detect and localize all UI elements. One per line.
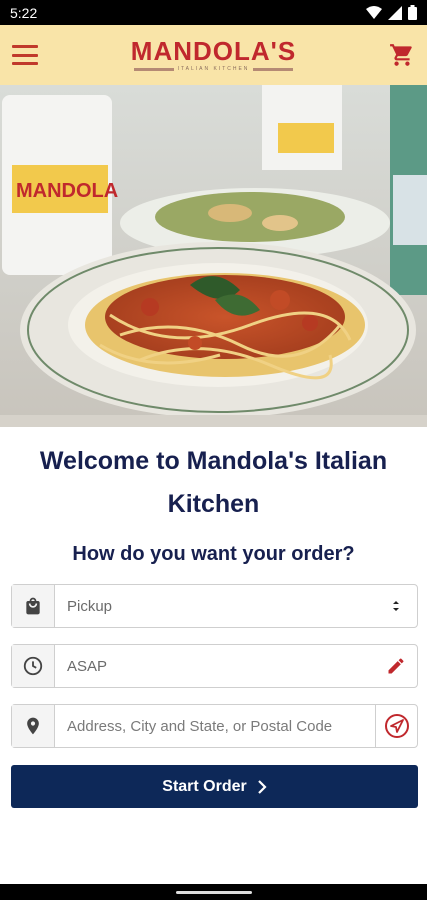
logo-text: MANDOLA'S [130, 36, 297, 66]
order-question: How do you want your order? [72, 543, 355, 565]
app-header: MANDOLA'S ITALIAN KITCHEN [0, 25, 427, 85]
select-arrows-icon [393, 601, 399, 611]
locate-me-button[interactable] [375, 705, 417, 747]
signal-icon [388, 5, 402, 20]
locate-me-icon [384, 714, 409, 738]
welcome-title: Welcome to Mandola's Italian Kitchen [39, 447, 388, 518]
home-gesture-handle[interactable] [176, 891, 252, 894]
address-input[interactable] [55, 705, 375, 747]
logo-subtext: ITALIAN KITCHEN [177, 66, 250, 72]
order-time-field[interactable]: ASAP [11, 644, 418, 688]
pencil-icon [388, 658, 404, 674]
hero-image: MANDOLA [0, 85, 427, 427]
status-bar: 5:22 [0, 0, 427, 25]
brand-logo[interactable]: MANDOLA'S ITALIAN KITCHEN [131, 38, 296, 72]
shopping-bag-icon [26, 597, 40, 615]
cart-icon[interactable] [389, 42, 415, 68]
address-field[interactable] [11, 704, 418, 748]
menu-icon[interactable] [12, 45, 38, 65]
order-time-value: ASAP [67, 657, 108, 675]
edit-time-button[interactable] [375, 645, 417, 687]
clock-icon [23, 656, 43, 676]
start-order-label: Start Order [162, 777, 247, 795]
status-icons [366, 5, 417, 20]
cup-logo-text: MANDOLA [16, 180, 118, 202]
location-pin-icon [27, 717, 39, 735]
order-type-select[interactable]: Pickup [11, 584, 418, 628]
wifi-icon [366, 5, 382, 19]
pasta-dish-image: MANDOLA [0, 85, 427, 427]
start-order-button[interactable]: Start Order [11, 765, 418, 808]
status-time: 5:22 [10, 4, 38, 21]
battery-icon [408, 5, 417, 20]
order-type-value: Pickup [67, 597, 113, 615]
chevron-right-icon [257, 779, 267, 794]
